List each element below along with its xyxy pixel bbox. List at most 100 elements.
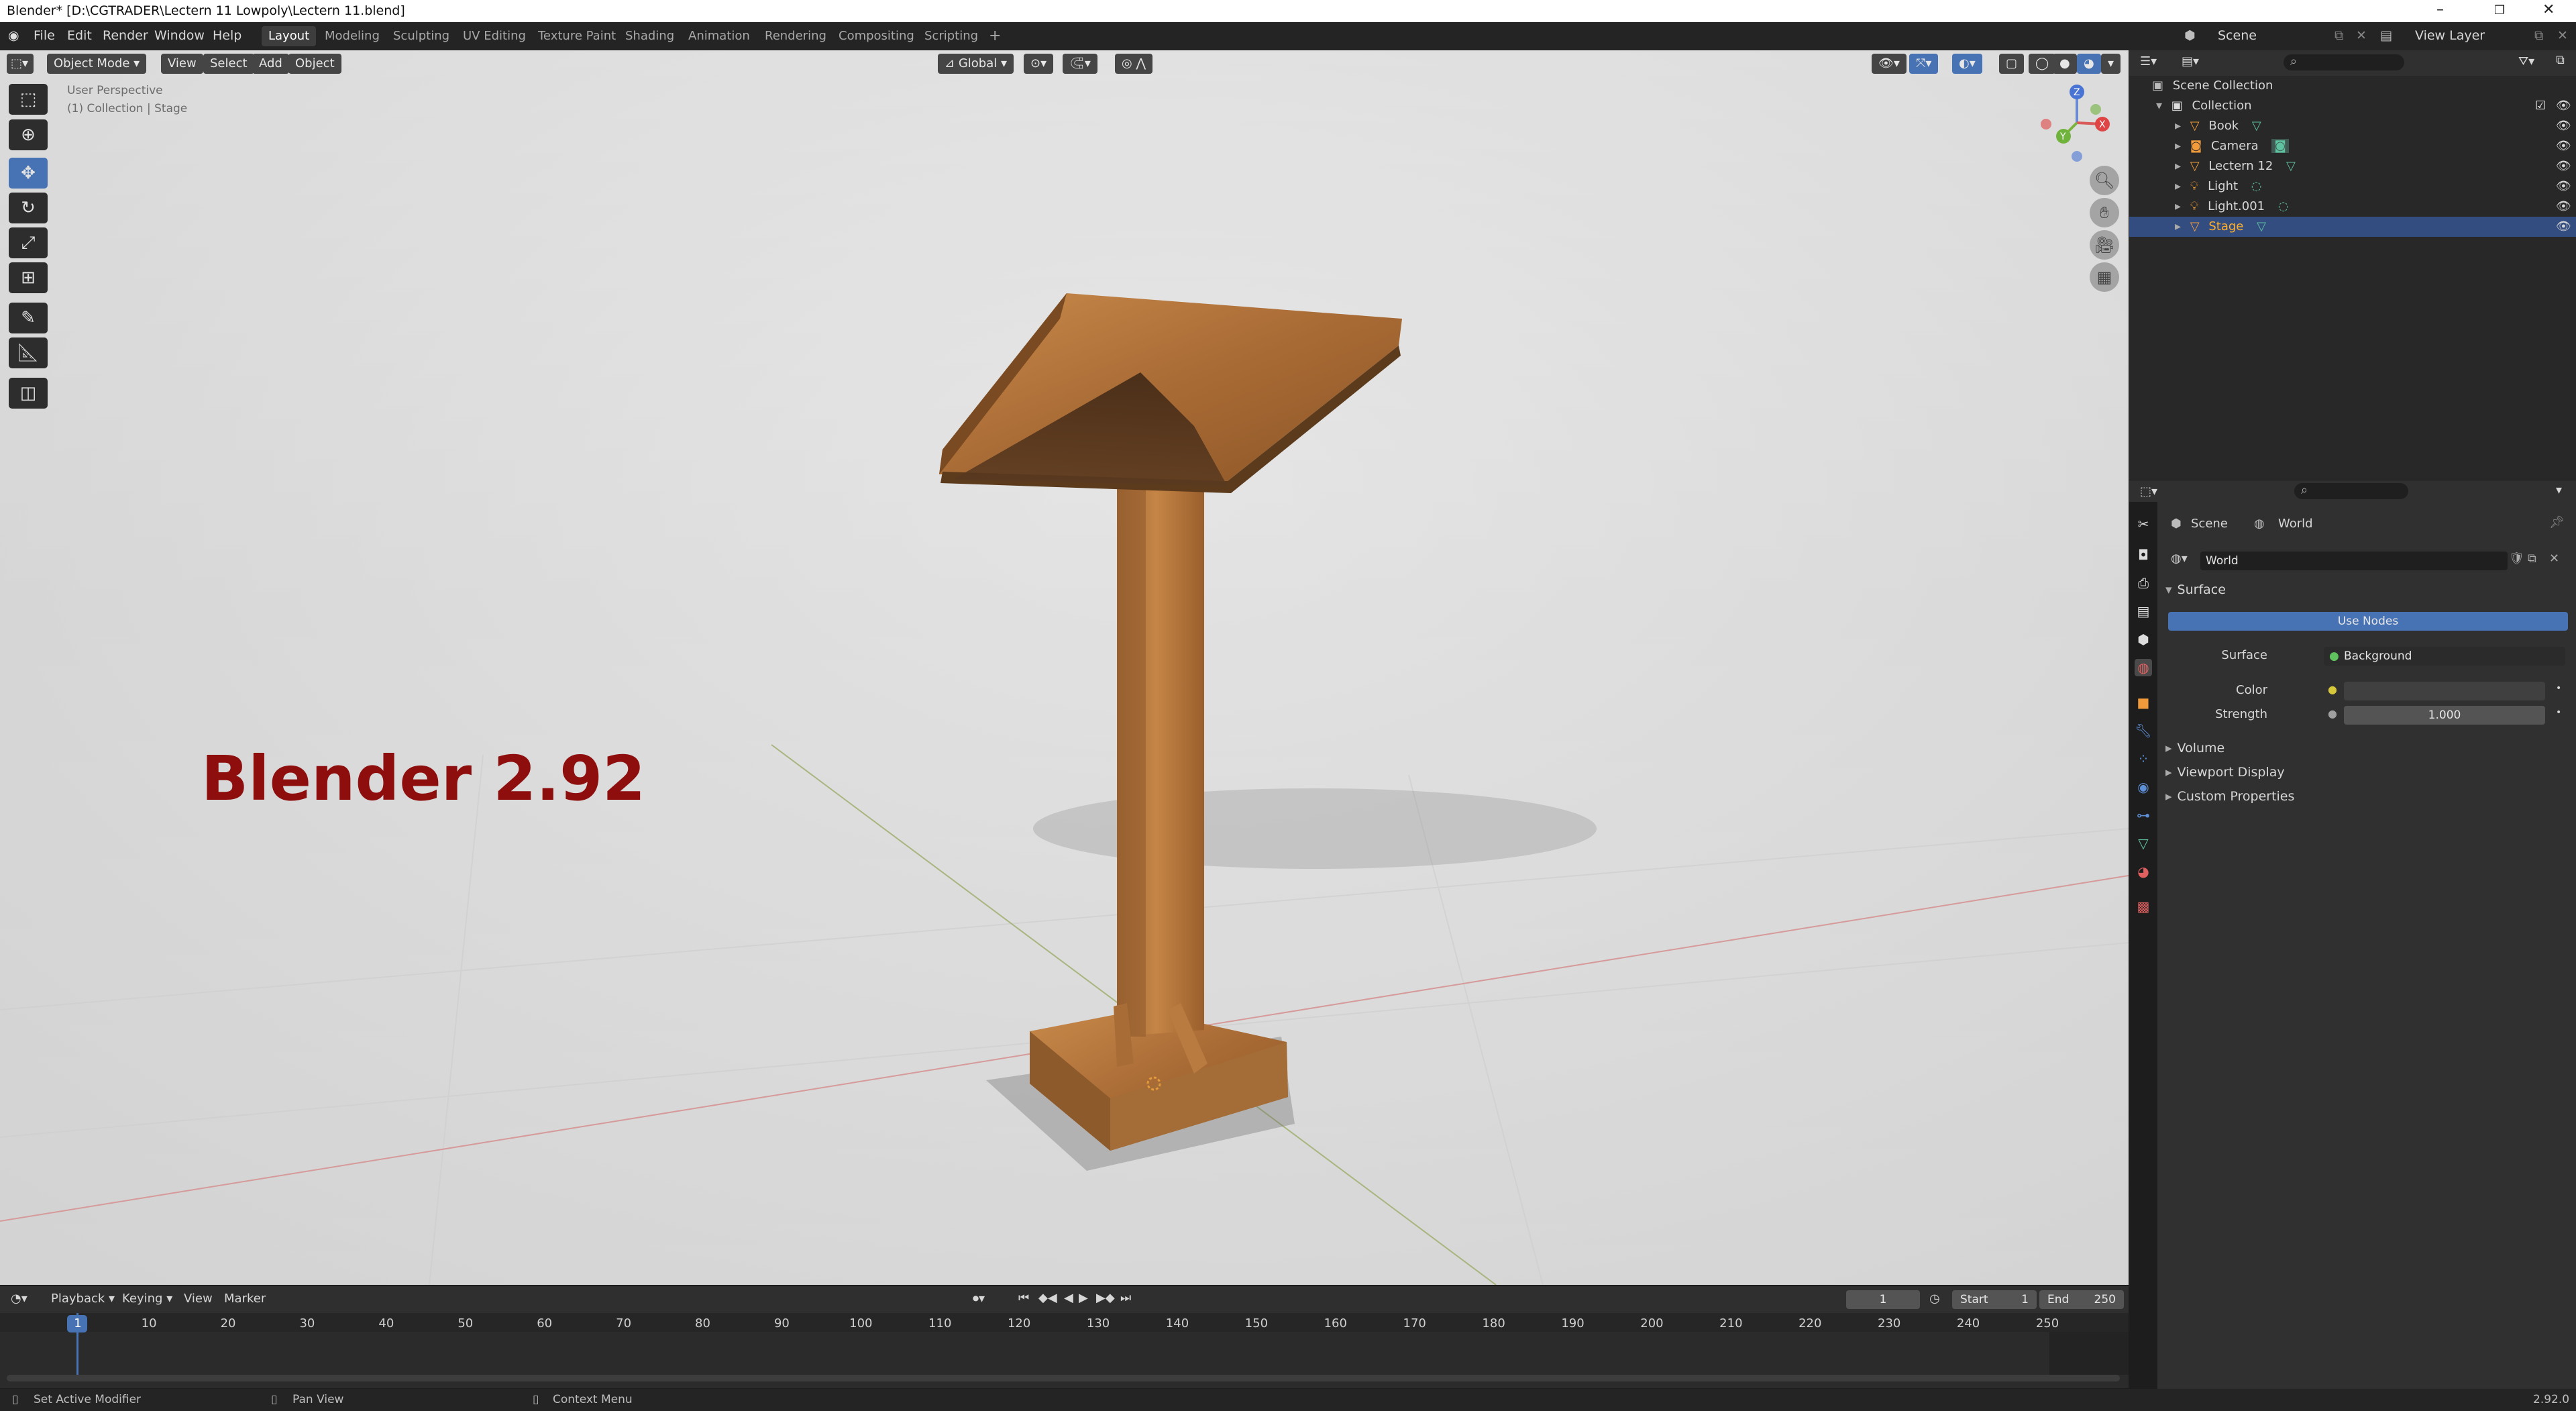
- expand-arrow-icon[interactable]: ▸: [2175, 179, 2181, 193]
- menu-keying[interactable]: Keying ▾: [122, 1292, 172, 1306]
- tool-annotate[interactable]: ✎: [9, 303, 48, 333]
- constraints-tab-icon[interactable]: ⊶: [2135, 806, 2152, 824]
- tool-rotate[interactable]: ↻: [9, 193, 48, 223]
- use-nodes-button[interactable]: Use Nodes: [2168, 612, 2568, 631]
- shading-options-icon[interactable]: ▾: [2101, 54, 2121, 74]
- outliner-editor-icon[interactable]: ☰▾: [2140, 54, 2157, 68]
- delete-view-layer-icon[interactable]: ✕: [2557, 28, 2568, 43]
- ortho-grid-icon[interactable]: ▦: [2090, 262, 2119, 292]
- visibility-icon[interactable]: 👁︎▾: [1872, 54, 1907, 74]
- close-icon[interactable]: ✕: [2542, 1, 2555, 18]
- timeline-scrollbar[interactable]: [7, 1375, 2120, 1381]
- strength-field[interactable]: 1.000: [2344, 706, 2545, 725]
- tool-tab-icon[interactable]: ✂: [2135, 515, 2152, 533]
- tool-scale[interactable]: ⤢: [9, 227, 48, 258]
- expand-arrow-icon[interactable]: ▾: [2156, 99, 2162, 113]
- gizmo-toggle-icon[interactable]: ⤧▾: [1909, 54, 1939, 74]
- new-collection-icon[interactable]: ⧉: [2556, 53, 2565, 67]
- jump-start-icon[interactable]: ⏮: [1018, 1291, 1029, 1305]
- expand-arrow-icon[interactable]: ▸: [2175, 159, 2181, 173]
- menu-render[interactable]: Render: [103, 28, 148, 43]
- next-keyframe-icon[interactable]: ▶◆: [1096, 1291, 1115, 1305]
- visibility-eye-icon[interactable]: 👁︎: [2556, 156, 2571, 176]
- blender-logo-icon[interactable]: ◉: [8, 28, 19, 43]
- visibility-eye-icon[interactable]: 👁︎: [2556, 197, 2571, 217]
- outliner-item-stage[interactable]: ▸ ▽ Stage ▽ 👁︎: [2129, 217, 2576, 237]
- editor-type-icon[interactable]: ⬚▾: [7, 54, 34, 74]
- material-shading-icon[interactable]: ◕: [2077, 54, 2101, 74]
- menu-file[interactable]: File: [34, 28, 55, 43]
- volume-panel-header[interactable]: ▸ Volume: [2165, 741, 2224, 755]
- world-tab-icon[interactable]: ◍: [2135, 659, 2152, 676]
- tool-add-cube[interactable]: ◫: [9, 378, 48, 409]
- tool-select-box[interactable]: ⬚: [9, 84, 48, 115]
- overlays-toggle-icon[interactable]: ◐▾: [1952, 54, 1982, 74]
- view-layer-tab-icon[interactable]: ▤: [2135, 603, 2152, 620]
- timeline-editor-icon[interactable]: ◔▾: [11, 1292, 28, 1306]
- surface-shader-field[interactable]: ● Background: [2324, 647, 2565, 666]
- visibility-eye-icon[interactable]: 👁︎: [2556, 96, 2571, 116]
- outliner-item-book[interactable]: ▸ ▽ Book ▽ 👁︎: [2129, 116, 2576, 136]
- prev-keyframe-icon[interactable]: ◆◀: [1038, 1291, 1057, 1305]
- world-datablock-icon[interactable]: ◍▾: [2171, 552, 2188, 566]
- exclude-checkbox[interactable]: ☑: [2535, 96, 2546, 116]
- expand-arrow-icon[interactable]: ▸: [2175, 199, 2181, 213]
- visibility-eye-icon[interactable]: 👁︎: [2556, 136, 2571, 156]
- new-view-layer-icon[interactable]: ⧉: [2534, 28, 2544, 43]
- view-layer-selector[interactable]: View Layer: [2415, 28, 2485, 43]
- play-reverse-icon[interactable]: ◀: [1064, 1291, 1073, 1305]
- outliner-item-light-001[interactable]: ▸ 💡︎ Light.001 ◌ 👁︎: [2129, 197, 2576, 217]
- pan-hand-icon[interactable]: ✋︎: [2090, 198, 2119, 227]
- tab-shading[interactable]: Shading: [619, 26, 681, 46]
- end-frame-field[interactable]: End 250: [2039, 1290, 2124, 1309]
- play-icon[interactable]: ▶: [1079, 1291, 1088, 1305]
- keyframe-dot-icon[interactable]: •: [2556, 683, 2561, 694]
- scene-tab-icon[interactable]: ⬢: [2135, 631, 2152, 648]
- expand-arrow-icon[interactable]: ▸: [2175, 139, 2181, 153]
- render-tab-icon[interactable]: ◘: [2135, 546, 2152, 564]
- display-mode-icon[interactable]: ▤▾: [2182, 54, 2199, 68]
- menu-edit[interactable]: Edit: [67, 28, 92, 43]
- wireframe-shading-icon[interactable]: ◯: [2029, 54, 2056, 74]
- menu-select[interactable]: Select: [203, 54, 254, 74]
- visibility-eye-icon[interactable]: 👁︎: [2556, 176, 2571, 197]
- filter-icon[interactable]: ⛛▾: [2518, 54, 2534, 68]
- pin-icon[interactable]: 📌︎: [2549, 515, 2565, 529]
- menu-marker[interactable]: Marker: [224, 1292, 266, 1306]
- jump-end-icon[interactable]: ⏭: [1120, 1291, 1131, 1305]
- outliner-scene-collection[interactable]: ▣ Scene Collection: [2129, 76, 2576, 96]
- zoom-icon[interactable]: 🔍︎: [2090, 166, 2119, 195]
- tool-cursor[interactable]: ⊕: [9, 119, 48, 150]
- outliner-collection[interactable]: ▾ ▣ Collection ☑ 👁︎: [2129, 96, 2576, 116]
- object-tab-icon[interactable]: ■: [2135, 694, 2152, 711]
- menu-object[interactable]: Object: [288, 54, 341, 74]
- scene-selector[interactable]: Scene: [2218, 28, 2257, 43]
- camera-view-icon[interactable]: 🎥︎: [2090, 230, 2119, 260]
- output-tab-icon[interactable]: ⎙: [2135, 574, 2152, 592]
- menu-view[interactable]: View: [161, 54, 203, 74]
- tab-sculpting[interactable]: Sculpting: [386, 26, 456, 46]
- visibility-eye-icon[interactable]: 👁︎: [2556, 217, 2571, 237]
- data-tab-icon[interactable]: ▽: [2135, 835, 2152, 852]
- tool-measure[interactable]: 📐︎: [9, 337, 48, 368]
- properties-editor-icon[interactable]: ⬚▾: [2140, 484, 2157, 499]
- world-name-field[interactable]: World: [2200, 552, 2508, 570]
- outliner-item-lectern-12[interactable]: ▸ ▽ Lectern 12 ▽ 👁︎: [2129, 156, 2576, 176]
- viewport-display-panel-header[interactable]: ▸ Viewport Display: [2165, 765, 2285, 780]
- minimize-icon[interactable]: –: [2436, 1, 2444, 18]
- surface-panel-header[interactable]: ▾ Surface: [2165, 582, 2226, 597]
- keyframe-dot-icon[interactable]: •: [2556, 707, 2561, 718]
- visibility-eye-icon[interactable]: 👁︎: [2556, 116, 2571, 136]
- menu-timeline-view[interactable]: View: [184, 1292, 213, 1306]
- material-tab-icon[interactable]: ◕: [2135, 863, 2152, 880]
- options-chevron-icon[interactable]: ▾: [2556, 483, 2562, 497]
- outliner-search-input[interactable]: ⌕: [2284, 54, 2404, 70]
- tab-modeling[interactable]: Modeling: [318, 26, 386, 46]
- tab-rendering[interactable]: Rendering: [758, 26, 833, 46]
- custom-properties-panel-header[interactable]: ▸ Custom Properties: [2165, 789, 2294, 804]
- 3d-viewport[interactable]: User Perspective (1) Collection | Stage …: [0, 50, 2129, 1285]
- record-icon[interactable]: ⏺▾: [973, 1292, 985, 1306]
- tab-texture-paint[interactable]: Texture Paint: [531, 26, 623, 46]
- start-frame-field[interactable]: Start 1: [1952, 1290, 2037, 1309]
- tab-layout[interactable]: Layout: [262, 26, 317, 46]
